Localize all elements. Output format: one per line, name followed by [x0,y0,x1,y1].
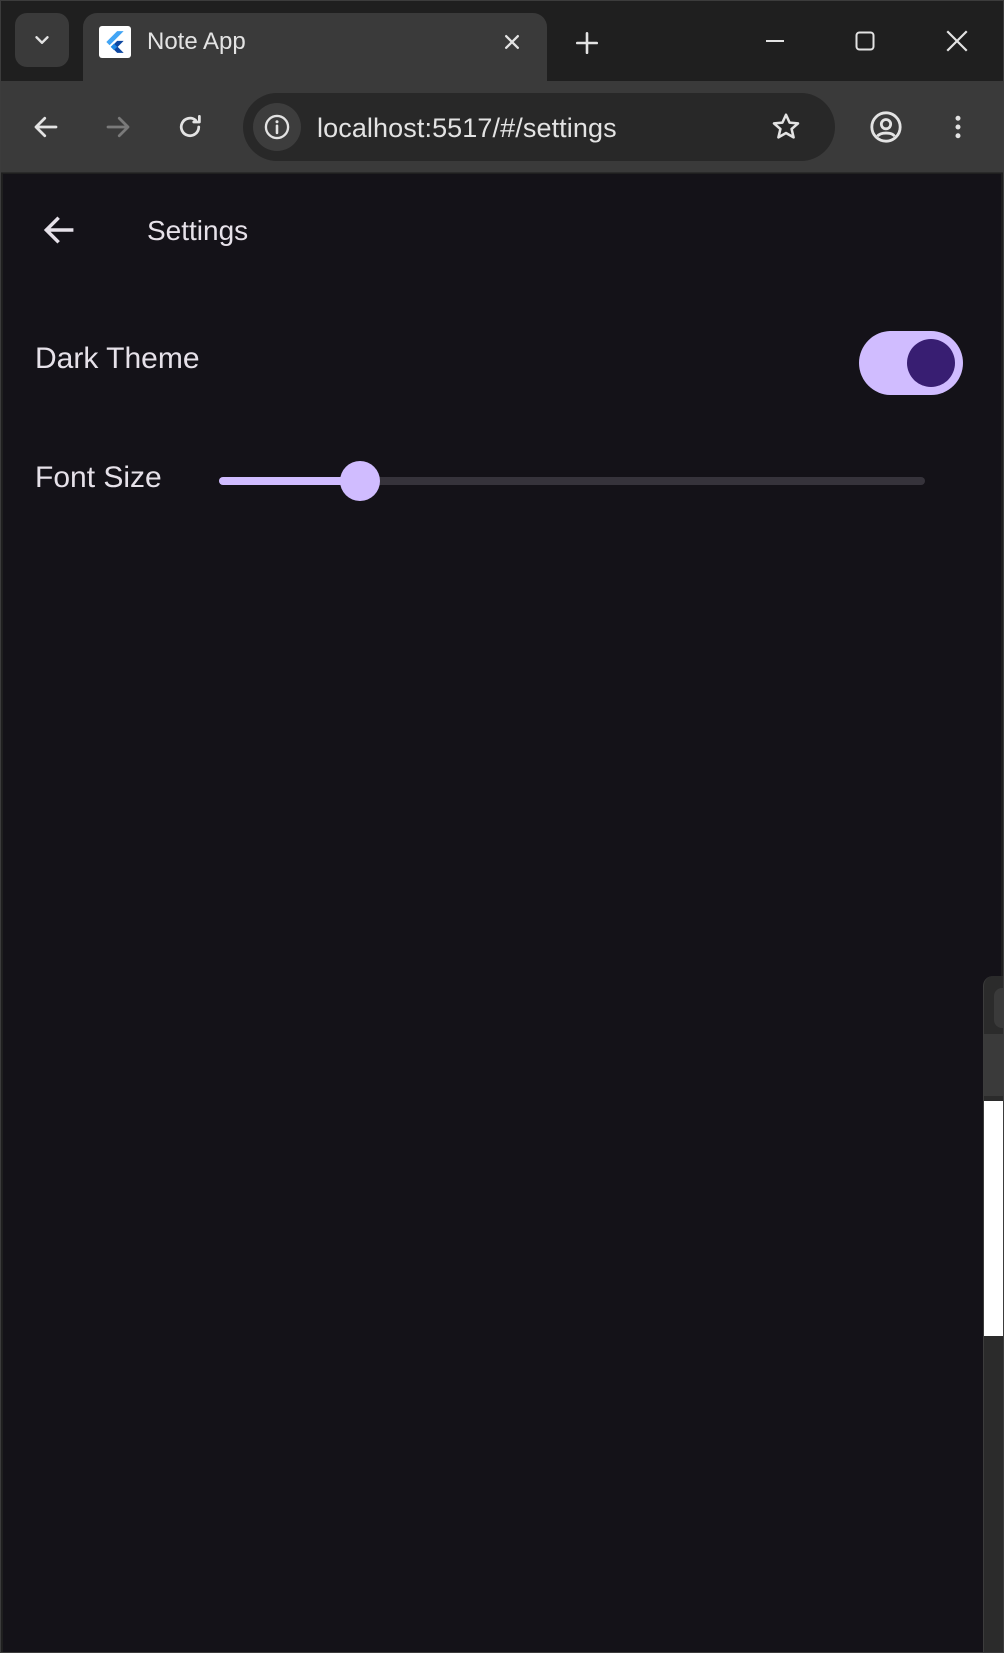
tab-search-button[interactable] [15,13,69,67]
font-size-row: Font Size [3,439,1001,519]
new-tab-button[interactable] [567,23,607,63]
reload-button[interactable] [169,106,211,148]
slider-active-track [219,477,360,485]
chevron-down-icon [35,36,49,44]
browser-tab[interactable]: Note App [83,13,547,81]
account-icon [870,111,902,143]
app-bar: Settings [3,174,1001,286]
arrow-left-icon [34,116,58,138]
close-icon [946,30,968,52]
tab-close-button[interactable] [497,27,527,57]
font-size-label: Font Size [35,461,162,494]
app-viewport: Settings Dark Theme Font Size [3,174,1001,1652]
reload-icon [179,115,201,138]
arrow-left-icon [43,216,74,244]
dark-theme-switch[interactable] [859,331,963,395]
dark-theme-label: Dark Theme [35,342,200,375]
info-icon [264,114,290,140]
browser-menu-button[interactable] [937,106,979,148]
minimize-icon [766,40,784,42]
page-title: Settings [147,215,249,246]
site-info-button[interactable] [253,103,301,151]
maximize-icon [855,31,875,51]
background-window-tab [994,988,1003,1028]
dark-theme-row: Dark Theme [3,320,1001,400]
browser-toolbar: localhost:5517/#/settings [1,81,1003,173]
background-window-content [984,1101,1003,1336]
back-button[interactable] [25,106,67,148]
profile-button[interactable] [865,106,907,148]
more-vert-icon [955,115,961,139]
star-icon [772,113,800,139]
background-window-toolbar [984,1034,1003,1096]
minimize-button[interactable] [755,21,795,61]
url-text[interactable]: localhost:5517/#/settings [317,113,617,144]
browser-window: Note App localhost:5517/#/settings Setti… [0,0,1004,1653]
font-size-slider[interactable] [219,439,927,519]
switch-thumb [907,339,955,387]
close-window-button[interactable] [937,21,977,61]
address-bar[interactable]: localhost:5517/#/settings [243,93,835,161]
maximize-button[interactable] [845,21,885,61]
close-icon [505,35,519,49]
tab-strip: Note App [1,1,1003,81]
arrow-right-icon [106,116,130,138]
app-back-button[interactable] [35,206,83,254]
bookmark-button[interactable] [767,108,805,146]
slider-thumb[interactable] [340,461,380,501]
forward-button[interactable] [97,106,139,148]
tab-title: Note App [147,28,246,55]
background-window[interactable] [983,976,1003,1652]
plus-icon [575,31,599,55]
flutter-logo-icon [99,26,131,58]
